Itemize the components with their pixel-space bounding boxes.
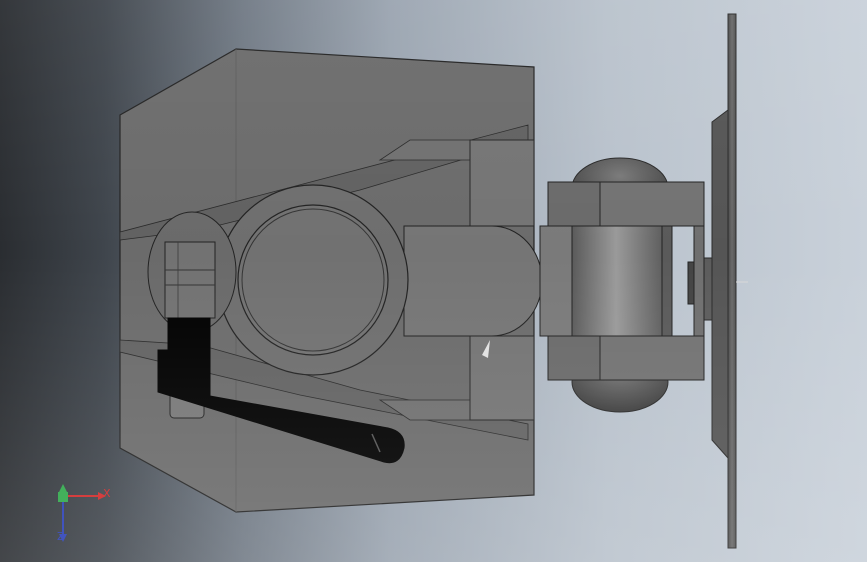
x-axis-label: X [103,487,111,500]
axis-triad: X Z [48,482,118,548]
pivot-boss [217,184,409,376]
swing-arm [403,225,673,337]
cad-viewport[interactable]: X Z [0,0,867,562]
assembly-model[interactable] [0,0,867,562]
y-axis-origin [58,492,68,502]
z-axis-label: Z [57,530,65,543]
y-axis-arrowhead [59,484,67,492]
